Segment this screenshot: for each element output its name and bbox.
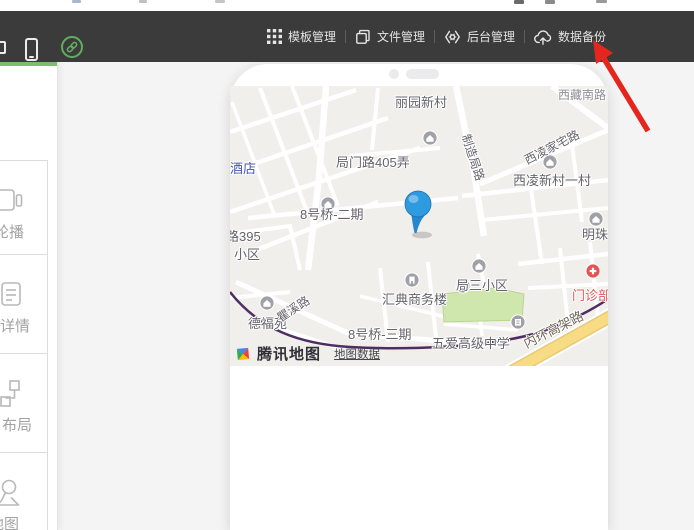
menu-label: 文件管理 xyxy=(377,28,425,45)
map-green-area xyxy=(442,288,524,322)
menu-item-file-management[interactable]: 文件管理 xyxy=(355,28,425,45)
sidebar-accent-bar xyxy=(0,62,57,66)
browser-remnant xyxy=(596,0,607,3)
sidebar: 轮播 详情 xyxy=(0,62,58,530)
sidebar-item-label: 布局 xyxy=(2,414,32,435)
chain-link-icon xyxy=(64,39,80,55)
sidebar-item-label: 地图 xyxy=(0,513,19,530)
menu-separator xyxy=(345,30,346,43)
editor-canvas: 丽园新村西藏南路酒店局门路405弄制造局路西凌家宅路西凌新村一村明珠苑8号桥-二… xyxy=(57,62,694,530)
tencent-maps-logo-icon xyxy=(233,344,253,364)
browser-remnant xyxy=(72,0,81,3)
sidebar-item-label: 轮播 xyxy=(0,221,24,242)
menu-separator xyxy=(434,30,435,43)
link-icon[interactable] xyxy=(61,36,83,58)
phone-preview: 丽园新村西藏南路酒店局门路405弄制造局路西凌家宅路西凌新村一村明珠苑8号桥-二… xyxy=(230,64,608,530)
browser-strip xyxy=(0,0,694,11)
carousel-icon xyxy=(0,186,23,214)
map-data-link[interactable]: 地图数据 xyxy=(334,346,380,362)
topbar-menu: 模板管理 文件管理 xyxy=(267,11,606,62)
menu-item-template-management[interactable]: 模板管理 xyxy=(267,28,336,45)
map-component[interactable]: 丽园新村西藏南路酒店局门路405弄制造局路西凌家宅路西凌新村一村明珠苑8号桥-二… xyxy=(230,86,608,366)
sidebar-item-detail[interactable]: 详情 xyxy=(0,254,48,354)
topbar: 模板管理 文件管理 xyxy=(0,11,694,62)
sidebar-item-map[interactable]: 地图 xyxy=(0,452,48,530)
sidebar-item-carousel[interactable]: 轮播 xyxy=(0,160,48,255)
speaker-pill-icon xyxy=(406,69,439,79)
menu-label: 模板管理 xyxy=(288,28,336,45)
location-pin-icon[interactable] xyxy=(398,187,440,239)
smartphone-icon[interactable] xyxy=(25,38,38,61)
menu-separator xyxy=(524,30,525,43)
menu-label: 数据备份 xyxy=(558,28,606,45)
sidebar-item-label: 详情 xyxy=(0,315,30,336)
desktop-icon[interactable] xyxy=(0,41,6,54)
browser-remnant xyxy=(215,0,225,3)
camera-dot-icon xyxy=(389,69,399,79)
sidebar-item-layout[interactable]: 布局 xyxy=(0,353,48,453)
map-provider-logo-text: 腾讯地图 xyxy=(257,343,321,364)
layout-icon xyxy=(0,379,25,407)
gear-icon xyxy=(444,29,461,45)
map-attribution: 腾讯地图 地图数据 xyxy=(233,343,380,364)
cloud-upload-icon xyxy=(534,29,552,45)
grid-icon xyxy=(267,29,282,44)
menu-label: 后台管理 xyxy=(467,28,515,45)
detail-icon xyxy=(0,280,25,308)
screen: 模板管理 文件管理 xyxy=(0,0,694,530)
browser-remnant xyxy=(139,0,147,3)
map-pin-icon xyxy=(0,478,23,506)
browser-remnant xyxy=(545,0,555,4)
browser-remnant xyxy=(514,0,524,4)
file-icon xyxy=(355,29,371,45)
menu-item-data-backup[interactable]: 数据备份 xyxy=(534,28,606,45)
sidebar-items: 轮播 详情 xyxy=(0,161,48,530)
menu-item-backend-management[interactable]: 后台管理 xyxy=(444,28,515,45)
